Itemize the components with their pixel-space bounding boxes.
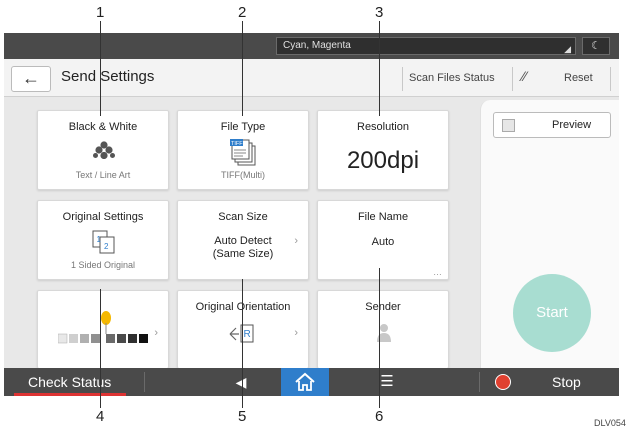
stop-icon[interactable] <box>495 374 511 390</box>
chevron-right-icon: › <box>294 327 298 339</box>
scan-size-value: Auto Detect (Same Size) <box>212 235 274 260</box>
chevron-right-icon: › <box>154 327 158 339</box>
divider <box>144 372 145 392</box>
callout-5: 5 <box>238 408 247 425</box>
reset-button[interactable]: Reset <box>564 72 593 84</box>
expand-corner-icon: ◢ <box>564 44 571 54</box>
resolution-tile[interactable]: Resolution 200dpi <box>317 110 449 190</box>
home-button[interactable] <box>281 368 329 396</box>
tile-title: File Name <box>357 211 409 223</box>
tiff-file-icon: TIFF <box>230 139 256 166</box>
one-sided-original-icon: 1 2 <box>92 230 115 254</box>
file-name-value: Auto <box>371 236 395 248</box>
preview-label: Preview <box>552 119 592 131</box>
preview-checkbox[interactable] <box>502 119 515 132</box>
tile-title: File Type <box>220 121 266 133</box>
svg-text:R: R <box>244 329 251 340</box>
scan-size-tile[interactable]: Scan Size Auto Detect (Same Size) › <box>177 200 309 280</box>
tile-title: Sender <box>365 301 401 313</box>
menu-icon: ☰ <box>380 373 394 390</box>
home-icon <box>295 372 315 391</box>
leader-line-4 <box>100 289 101 408</box>
figure-code: DLV054 <box>594 418 626 428</box>
file-type-tile[interactable]: File Type TIFF TIFF(Multi) <box>177 110 309 190</box>
bottom-bar: Check Status ◀ ☰ Stop <box>4 368 619 396</box>
color-mode-tile[interactable]: Black & White Text / Line Art <box>37 110 169 190</box>
page-number: 1 <box>97 235 102 244</box>
message-box[interactable]: Cyan, Magenta ◢ <box>276 37 576 55</box>
check-status-label: Check Status <box>28 374 112 390</box>
device-screen: Cyan, Magenta ◢ ☾ ← Send Settings Scan F… <box>4 33 619 396</box>
original-settings-tile[interactable]: Original Settings 1 2 1 Sided Original <box>37 200 169 280</box>
original-orientation-tile[interactable]: Original Orientation R › <box>177 290 309 368</box>
page-number: 2 <box>104 242 109 251</box>
tile-title: Original Orientation <box>195 301 291 313</box>
tile-title: Resolution <box>357 121 409 133</box>
leader-line-5 <box>242 279 243 408</box>
start-button[interactable]: Start <box>513 274 591 352</box>
density-bar-icon <box>58 311 148 344</box>
settings-header: ← Send Settings Scan Files Status ⁄⁄ Res… <box>4 59 619 97</box>
more-icon: … <box>433 267 442 277</box>
divider <box>512 67 513 91</box>
figure: 1 2 3 4 5 6 Cyan, Magenta ◢ ☾ ← Send Set… <box>0 0 629 431</box>
chevron-right-icon: › <box>294 235 298 247</box>
system-message-bar: Cyan, Magenta ◢ ☾ <box>4 33 619 59</box>
tile-subtitle: TIFF(Multi) <box>221 170 265 180</box>
leader-line-6 <box>379 268 380 408</box>
preview-toggle[interactable]: Preview <box>493 112 611 138</box>
tile-subtitle: Text / Line Art <box>75 170 131 180</box>
status-indicator <box>14 393 126 396</box>
right-panel: Preview Start <box>480 100 619 368</box>
orientation-icon: R <box>229 324 254 343</box>
energy-saver-button[interactable]: ☾ <box>582 37 610 55</box>
tiff-icon-label: TIFF <box>231 141 243 147</box>
divider <box>402 67 403 91</box>
tile-title: Scan Size <box>218 211 268 223</box>
leader-line-2 <box>242 21 243 116</box>
divider <box>479 372 480 392</box>
stop-button[interactable]: Stop <box>552 368 581 396</box>
resolution-value: 200dpi <box>346 147 420 174</box>
moon-icon: ☾ <box>591 40 601 52</box>
triangle-left-icon: ◀ <box>235 374 247 390</box>
reset-icon[interactable]: ⁄⁄ <box>522 68 527 84</box>
callout-2: 2 <box>238 4 247 21</box>
tile-title: Black & White <box>68 121 138 133</box>
callout-6: 6 <box>375 408 384 425</box>
scan-files-status-button[interactable]: Scan Files Status <box>409 72 495 84</box>
callout-4: 4 <box>96 408 105 425</box>
callout-3: 3 <box>375 4 384 21</box>
back-nav-button[interactable]: ◀ <box>230 370 252 394</box>
toner-message: Cyan, Magenta <box>283 40 351 51</box>
callout-1: 1 <box>96 4 105 21</box>
density-tile[interactable]: › <box>37 290 169 368</box>
arrow-left-icon: ← <box>22 68 40 88</box>
divider <box>610 67 611 91</box>
color-dots-icon <box>93 141 115 159</box>
page-title: Send Settings <box>61 68 155 85</box>
leader-line-3 <box>379 21 380 116</box>
file-name-tile[interactable]: File Name Auto … <box>317 200 449 280</box>
tile-subtitle: 1 Sided Original <box>70 260 136 270</box>
sender-tile[interactable]: Sender <box>317 290 449 368</box>
back-button[interactable]: ← <box>11 66 51 92</box>
leader-line-1 <box>100 21 101 116</box>
tile-title: Original Settings <box>62 211 144 223</box>
check-status-button[interactable]: Check Status <box>4 368 144 396</box>
